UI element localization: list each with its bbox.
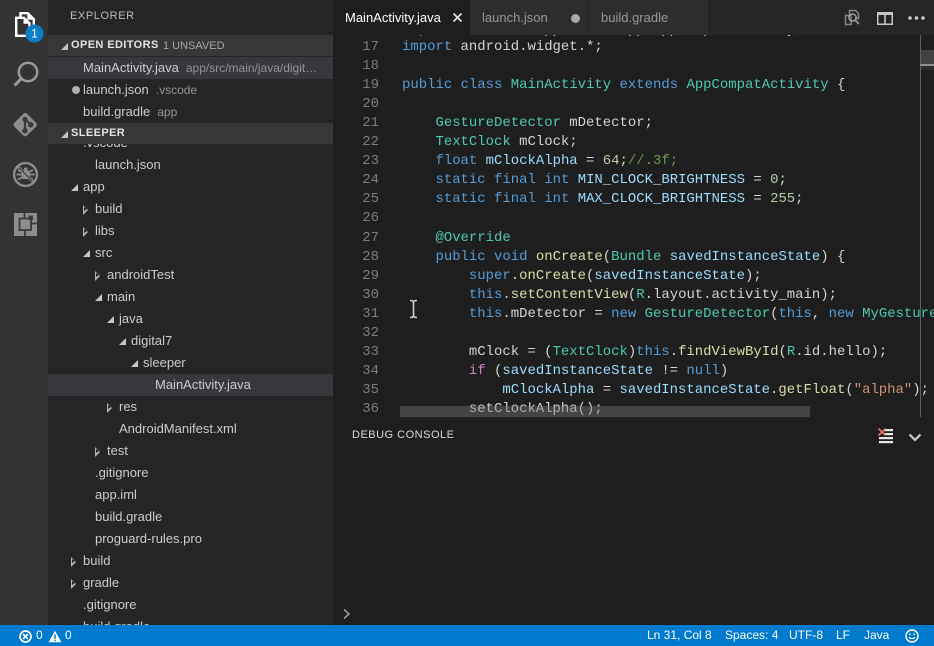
svg-text:1: 1 <box>31 29 37 41</box>
